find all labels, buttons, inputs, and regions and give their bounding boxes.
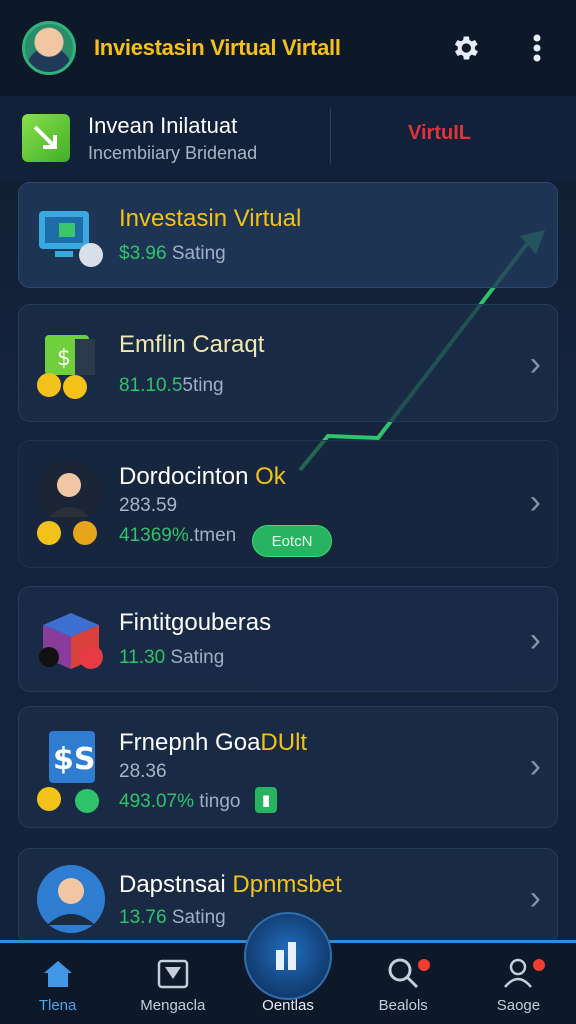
list-item[interactable]: $ Emflin Caraqt 81.10.55ting › [18, 304, 558, 422]
chevron-right-icon[interactable]: › [530, 621, 541, 660]
list-item[interactable]: Dordocinton Ok 283.59 41369%.tmen EotcN … [18, 440, 558, 568]
notification-dot [417, 959, 430, 971]
search-icon [388, 958, 419, 989]
nav-label: Bealols [378, 997, 428, 1014]
download-box-icon [157, 959, 189, 989]
card-subtitle: 13.76 Sating [119, 907, 226, 928]
nav-home[interactable]: Tlena [0, 943, 115, 1024]
money-box-icon: $ [35, 325, 105, 399]
nav-search[interactable]: Bealols [346, 943, 461, 1024]
chevron-right-icon[interactable]: › [530, 879, 541, 918]
card-title: Emflin Caraqt [119, 331, 265, 358]
card-subtitle: 81.10.55ting [119, 375, 224, 396]
card-title: Dapstnsai Dpnmsbet [119, 871, 342, 898]
card-line2: 283.59 [119, 495, 178, 516]
list-item[interactable]: $S Frnepnh GoaDUlt 28.36 493.07% tingo ▮… [18, 706, 558, 828]
nav-label: Saoge [496, 997, 541, 1014]
portfolio-fab-button[interactable] [244, 912, 332, 1000]
card-subtitle: 41369%.tmen [119, 525, 237, 546]
list-item[interactable]: Fintitgouberas 11.30 Sating › [18, 586, 558, 692]
svg-text:$S: $S [53, 742, 95, 777]
card-title: Dordocinton Ok [119, 463, 286, 490]
nav-downloads[interactable]: Mengacla [115, 943, 230, 1024]
person-coin-icon [35, 459, 105, 545]
card-title: Fintitgouberas [119, 609, 272, 636]
nav-label: Tlena [38, 997, 77, 1014]
chevron-right-icon[interactable]: › [530, 483, 541, 522]
status-badge-icon: ▮ [255, 787, 277, 813]
card-subtitle: 11.30 Sating [119, 647, 225, 668]
card-line2: 28.36 [119, 761, 167, 782]
portfolio-icon [276, 942, 296, 970]
status-badge[interactable]: EotcN [252, 525, 332, 557]
nav-profile[interactable]: Saoge [461, 943, 576, 1024]
nav-label: Mengacla [140, 997, 206, 1014]
monitor-coin-icon [35, 201, 105, 271]
card-subtitle: 493.07% tingo [119, 791, 241, 812]
chevron-right-icon[interactable]: › [530, 345, 541, 384]
cube-icon [35, 605, 105, 675]
svg-text:$: $ [57, 346, 71, 371]
chevron-right-icon[interactable]: › [530, 747, 541, 786]
card-title: Frnepnh GoaDUlt [119, 729, 308, 756]
card-title: Investasin Virtual [119, 205, 302, 232]
avatar [35, 863, 105, 933]
notification-dot [532, 959, 545, 971]
card-subtitle: $3.96 Sating [119, 243, 226, 264]
home-icon [43, 961, 72, 987]
list-item[interactable]: Investasin Virtual $3.96 Sating [18, 182, 558, 288]
profile-icon [504, 958, 533, 988]
dollar-card-icon: $S [35, 725, 105, 813]
